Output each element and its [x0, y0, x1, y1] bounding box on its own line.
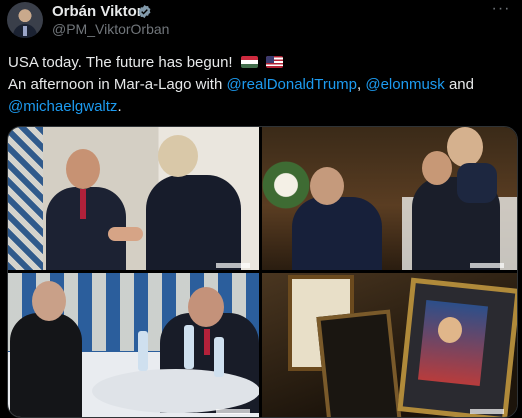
- author-avatar[interactable]: [7, 2, 43, 38]
- usa-flag-icon: [265, 56, 283, 68]
- hungary-flag-icon: [240, 56, 258, 68]
- author-name[interactable]: Orbán Viktor: [52, 3, 143, 20]
- more-options-icon[interactable]: ···: [489, 1, 513, 22]
- photo-framed-portraits[interactable]: [262, 273, 517, 417]
- photo-handshake[interactable]: [8, 127, 259, 270]
- mention-link[interactable]: @realDonaldTrump: [226, 76, 357, 93]
- post-text-line-1: USA today. The future has begun!: [8, 53, 283, 73]
- verified-badge-icon: [138, 4, 151, 19]
- post-text-end: .: [117, 98, 122, 115]
- media-grid: [7, 126, 518, 418]
- post-text-line-2: An afternoon in Mar-a-Lago with @realDon…: [8, 75, 474, 95]
- post-text-line-3: @michaelgwaltz.: [8, 97, 122, 117]
- post-text-suffix: and: [444, 76, 474, 93]
- photo-greeting-family[interactable]: [262, 127, 517, 270]
- mention-link[interactable]: @michaelgwaltz: [8, 98, 117, 115]
- post-text-prefix: An afternoon in Mar-a-Lago with: [8, 76, 227, 93]
- mention-link[interactable]: @elonmusk: [365, 76, 444, 93]
- post-text: USA today. The future has begun!: [8, 54, 233, 71]
- avatar-tie: [23, 26, 27, 36]
- photo-meeting-table[interactable]: [8, 273, 259, 417]
- author-handle[interactable]: @PM_ViktorOrban: [52, 21, 169, 37]
